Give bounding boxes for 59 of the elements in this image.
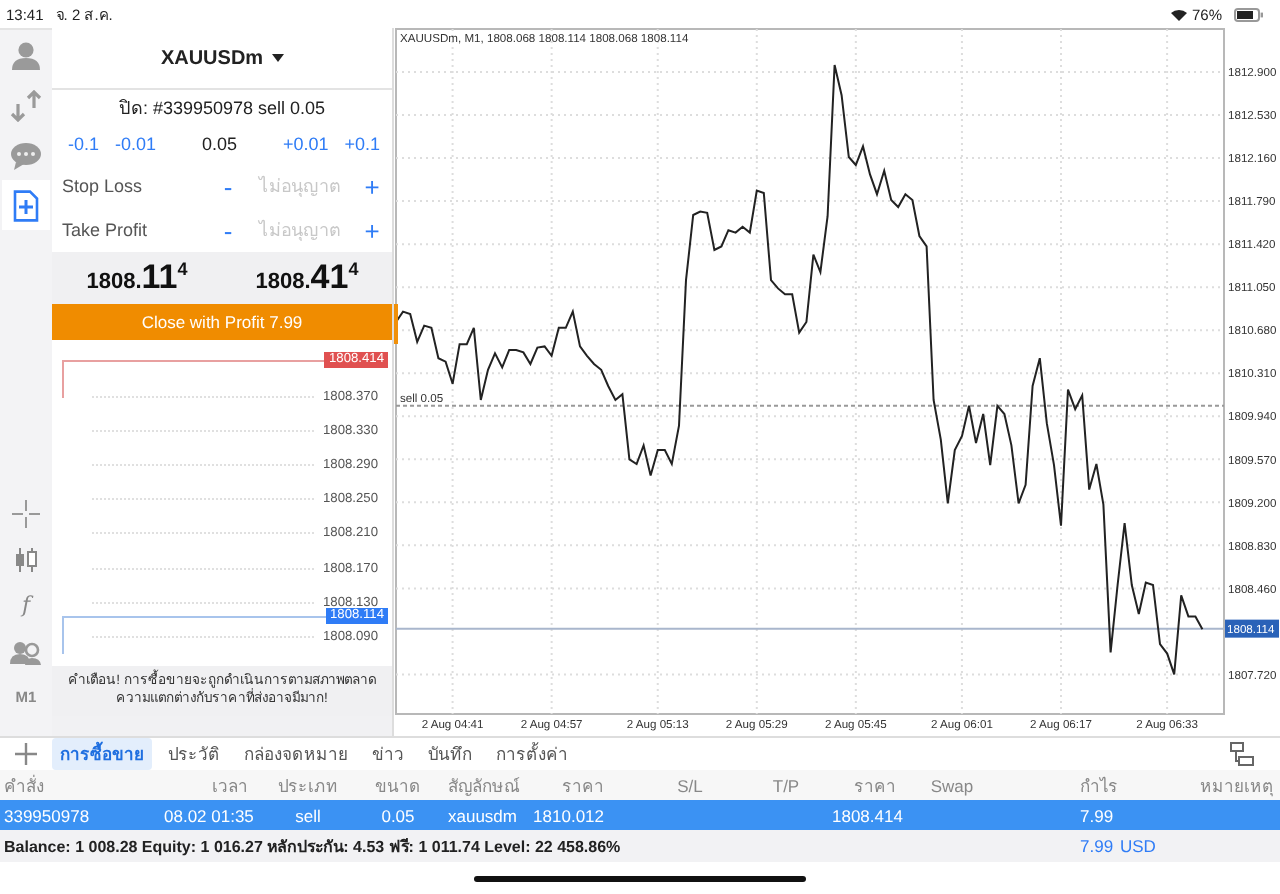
symbol-selector[interactable]: XAUUSDm [160, 47, 264, 69]
arrows-icon[interactable] [10, 89, 42, 121]
table-cell-text: xauusdm [446, 805, 519, 825]
column-header: หมายเหตุ [1198, 773, 1276, 799]
position-row[interactable]: 339950978 08.02 01:35 sell 0.05 xauusdm 1810.012 1808.414 7.99 [0, 800, 1280, 830]
crosshair-icon[interactable] [12, 499, 40, 527]
terminal-tab[interactable]: ข่าว [364, 738, 412, 770]
candlestick-icon[interactable] [12, 545, 40, 573]
wifi-icon [1169, 7, 1188, 21]
column-header: คำสั่ง [2, 772, 46, 799]
table-cell: 08.02 01:35 [164, 805, 248, 825]
decrease-button[interactable]: - [214, 171, 242, 201]
terminal-tab[interactable]: กล่องจดหมาย [236, 738, 356, 770]
column-header: สัญลักษณ์ [446, 773, 522, 799]
volume-value: 0.05 [199, 134, 239, 154]
volume-increase-button[interactable]: +0.01 [282, 134, 329, 154]
table-cell-text: 1810.012 [531, 805, 604, 825]
close-order-button[interactable]: Close with Profit 7.99 [52, 304, 392, 340]
volume-decrease-button[interactable]: -0.01 [115, 134, 157, 154]
column-header: ราคา [560, 773, 604, 799]
column-header: เวลา [210, 773, 248, 799]
caret-icon[interactable] [271, 54, 284, 62]
increase-button[interactable]: + [358, 215, 386, 245]
currency-label: USD [1120, 836, 1158, 856]
table-cell-text: 7.99 [1078, 805, 1116, 825]
ask-price[interactable]: 1808.41$^{4}$ [255, 258, 359, 298]
increase-button[interactable]: + [358, 171, 386, 201]
layout-icon[interactable] [1228, 740, 1256, 768]
close-order-info: ปิด: #339950978 sell 0.05 [116, 95, 328, 121]
table-cell-text: 0.05 [379, 805, 417, 825]
document-plus-icon[interactable] [10, 189, 42, 221]
account-summary: Balance: 1 008.28 Equity: 1 016.27 หลักประกัน: 4.53 ฟรี: 1 011.74 Level: 22 458.86% [2, 835, 623, 859]
stop-label: Stop Loss [62, 176, 145, 196]
decrease-button[interactable]: - [214, 215, 242, 245]
terminal-tab[interactable]: ประวัติ [160, 738, 228, 770]
terminal-tab[interactable]: บันทึก [420, 738, 480, 770]
people-icon[interactable] [10, 637, 42, 665]
column-header: ประเภท [276, 773, 340, 799]
volume-decrease-button[interactable]: -0.1 [68, 134, 100, 154]
panel-handle[interactable] [394, 304, 398, 344]
column-header: ราคา [852, 773, 896, 799]
home-indicator[interactable] [474, 875, 806, 881]
column-header: T/P [770, 775, 802, 795]
stop-label: Take Profit [62, 220, 150, 240]
table-cell-text: 339950978 [2, 805, 92, 825]
chat-icon[interactable] [10, 139, 42, 171]
column-header: กำไร [1078, 773, 1120, 799]
volume-increase-button[interactable]: +0.1 [344, 134, 380, 154]
terminal-tab[interactable]: การซื้อขาย [52, 738, 152, 770]
column-header: ขนาด [373, 773, 423, 799]
terminal-tab[interactable]: การตั้งค่า [488, 738, 576, 770]
indicator-function-button[interactable]: f [21, 592, 31, 618]
column-header: S/L [675, 775, 705, 795]
column-header: Swap [928, 775, 976, 795]
total-profit: 7.99 [1080, 836, 1116, 856]
add-icon[interactable] [12, 740, 40, 768]
person-icon[interactable] [10, 39, 42, 71]
bid-price[interactable]: 1808.11$^{4}$ [86, 258, 188, 298]
battery-icon [1234, 7, 1264, 21]
